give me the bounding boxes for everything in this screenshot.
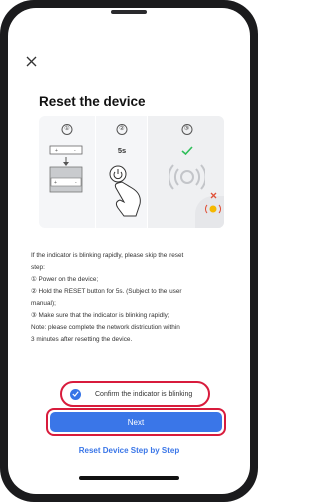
next-button-label: Next <box>50 412 222 432</box>
error-x-icon <box>210 192 217 199</box>
instruction-line: step: <box>31 264 45 271</box>
blinking-indicator-icon <box>169 164 205 190</box>
instruction-line: ② Hold the RESET button for 5s. (Subject… <box>31 288 182 295</box>
indicator-light-icon <box>205 204 221 214</box>
instruction-line: ③ Make sure that the indicator is blinki… <box>31 312 170 319</box>
svg-text:+: + <box>54 180 57 186</box>
step-number-1: ① <box>61 124 73 135</box>
check-icon <box>181 146 193 156</box>
step-number-2: ② <box>116 124 128 135</box>
press-button-hand-icon <box>109 165 141 217</box>
step-number-3: ③ <box>181 124 192 135</box>
next-button[interactable]: Next <box>46 408 226 436</box>
page-title: Reset the device <box>39 94 146 109</box>
speaker-notch <box>111 10 147 14</box>
illustration-step-2: ② 5s <box>95 116 148 228</box>
illustration-step-1: ① + - + - <box>39 116 95 228</box>
close-icon <box>26 56 37 67</box>
instruction-line: 3 minutes after resetting the device. <box>31 336 133 343</box>
instruction-line: If the indicator is blinking rapidly, pl… <box>31 252 184 259</box>
hold-duration-label: 5s <box>117 146 127 155</box>
home-indicator <box>79 476 179 480</box>
confirm-indicator-checkbox[interactable]: Confirm the indicator is blinking <box>60 381 210 407</box>
instruction-line: manual); <box>31 300 56 307</box>
close-button[interactable] <box>25 55 39 69</box>
reset-step-by-step-link[interactable]: Reset Device Step by Step <box>0 446 258 455</box>
reset-instructions: If the indicator is blinking rapidly, pl… <box>31 250 231 346</box>
confirm-checkbox-label: Confirm the indicator is blinking <box>95 390 193 398</box>
power-plug-icon: + - + - <box>49 145 83 193</box>
illustration-step-3: ③ <box>147 116 224 228</box>
instruction-line: ① Power on the device; <box>31 276 99 283</box>
checkbox-checked-icon <box>70 388 81 400</box>
instruction-line: Note: please complete the network distri… <box>31 324 180 331</box>
svg-text:+: + <box>55 148 58 154</box>
reset-illustration: ① + - + - ② 5s ③ <box>39 116 224 228</box>
